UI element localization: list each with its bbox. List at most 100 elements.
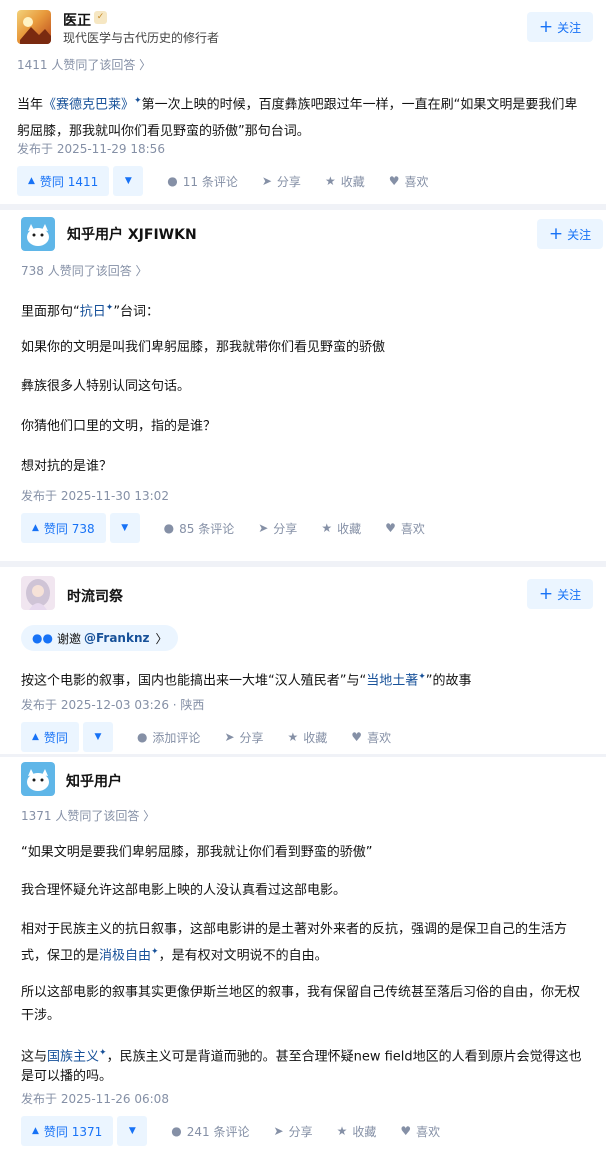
upvote-label: 赞同 1411 <box>39 174 99 189</box>
favorite-button[interactable]: ★ 收藏 <box>337 1123 377 1140</box>
upvote-button[interactable]: ▲ 赞同 738 <box>21 513 106 543</box>
sparkle-icon: ✦ <box>418 672 426 682</box>
like-label: 喜欢 <box>367 730 392 745</box>
triangle-down-icon: ▼ <box>121 523 129 533</box>
author-name[interactable]: 医正 <box>63 10 91 30</box>
like-button[interactable]: ♥ 喜欢 <box>351 729 391 746</box>
upvote-button[interactable]: ▲ 赞同 1411 <box>17 166 110 196</box>
comment-button[interactable]: ● 241 条评论 <box>171 1123 249 1140</box>
paragraph-text: 当年 <box>17 97 44 113</box>
author-name[interactable]: 知乎用户 <box>66 771 122 791</box>
star-icon: ★ <box>336 1124 348 1138</box>
follow-label: 关注 <box>557 587 582 602</box>
upvote-button[interactable]: ▲ 赞同 <box>21 722 79 752</box>
triangle-up-icon: ▲ <box>32 1126 39 1136</box>
upvote-count-meta[interactable]: 738 人赞同了该回答 〉 <box>21 262 148 279</box>
plus-icon: + <box>538 583 554 604</box>
invite-user: @Franknz <box>83 631 150 645</box>
answer-card: 知乎用户 1371 人赞同了该回答 〉 “如果文明是要我们卑躬屈膝，那我就让你们… <box>0 757 606 1158</box>
verified-badge-icon: ✓ <box>94 11 107 24</box>
avatar[interactable] <box>21 576 55 610</box>
publish-time[interactable]: 发布于 2025-11-30 13:02 <box>21 487 169 504</box>
action-bar: ▲ 赞同 ▼ ● 添加评论 ➤ 分享 ★ 收藏 ♥ 喜欢 <box>21 722 391 752</box>
downvote-button[interactable]: ▼ <box>82 722 113 752</box>
plus-icon: + <box>538 16 554 37</box>
comment-button[interactable]: ● 添加评论 <box>137 729 201 746</box>
avatar[interactable] <box>17 10 51 44</box>
comment-label: 11 条评论 <box>182 174 238 189</box>
movie-link[interactable]: 《赛德克巴莱》 <box>43 97 134 112</box>
follow-button[interactable]: + 关注 <box>537 219 603 249</box>
favorite-button[interactable]: ★ 收藏 <box>288 729 328 746</box>
paragraph-text: ”台词： <box>113 304 160 320</box>
favorite-button[interactable]: ★ 收藏 <box>321 520 361 537</box>
follow-button[interactable]: + 关注 <box>527 579 593 609</box>
like-label: 喜欢 <box>400 521 425 536</box>
topic-link[interactable]: 抗日 <box>80 304 106 319</box>
topic-link[interactable]: 消极自由 <box>99 948 151 963</box>
answer-paragraph: 彝族很多人特别认同这句话。 <box>21 379 191 394</box>
share-button[interactable]: ➤ 分享 <box>224 729 263 746</box>
answer-paragraph: 按这个电影的叙事，国内也能搞出来一大堆“汉人殖民者”与“当地土著✦”的故事 <box>21 664 591 694</box>
sparkle-icon: ✦ <box>151 947 159 957</box>
star-icon: ★ <box>324 174 336 188</box>
answer-paragraph: “如果文明是要我们卑躬屈膝，那我就让你们看到野蛮的骄傲” <box>21 845 373 860</box>
answer-paragraph: 想对抗的是谁？ <box>21 459 113 474</box>
follow-label: 关注 <box>557 20 582 35</box>
avatar-image <box>26 579 50 610</box>
publish-time[interactable]: 发布于 2025-12-03 03:26 · 陕西 <box>21 696 204 713</box>
comment-button[interactable]: ● 85 条评论 <box>164 520 235 537</box>
triangle-up-icon: ▲ <box>32 732 39 742</box>
paragraph-text: 里面那句“ <box>21 304 80 320</box>
publish-time[interactable]: 发布于 2025-11-29 18:56 <box>17 140 165 157</box>
upvote-label: 赞同 738 <box>43 521 95 536</box>
avatar-image <box>20 17 51 44</box>
upvote-label: 赞同 1371 <box>43 1124 103 1139</box>
answer-paragraph: 如果你的文明是叫我们卑躬屈膝，那我就带你们看见野蛮的骄傲 <box>21 340 386 355</box>
share-label: 分享 <box>276 174 301 189</box>
answer-card: 时流司祭 + 关注 ●● 谢邀 @Franknz 〉 按这个电影的叙事，国内也能搞出来一… <box>0 567 606 757</box>
paper-plane-icon: ➤ <box>261 174 272 188</box>
favorite-label: 收藏 <box>303 730 328 745</box>
share-label: 分享 <box>288 1124 313 1139</box>
upvote-button[interactable]: ▲ 赞同 1371 <box>21 1116 114 1146</box>
upvote-count-meta[interactable]: 1411 人赞同了该回答 〉 <box>17 56 151 73</box>
share-button[interactable]: ➤ 分享 <box>258 520 297 537</box>
author-name[interactable]: 时流司祭 <box>67 586 123 606</box>
favorite-label: 收藏 <box>337 521 362 536</box>
like-button[interactable]: ♥ 喜欢 <box>385 520 425 537</box>
publish-time[interactable]: 发布于 2025-11-26 06:08 <box>21 1090 169 1107</box>
avatar[interactable] <box>21 762 55 796</box>
topic-link[interactable]: 当地土著 <box>366 673 418 688</box>
comment-bubble-icon: ● <box>136 730 148 744</box>
comment-bubble-icon: ● <box>167 174 178 188</box>
answer-paragraph: 式，保卫的是消极自由✦，是有权对文明说不的自由。 <box>21 939 591 969</box>
share-button[interactable]: ➤ 分享 <box>262 173 301 190</box>
favorite-label: 收藏 <box>340 174 365 189</box>
author-name[interactable]: 知乎用户 XJFIWKN <box>67 224 197 244</box>
invite-tag[interactable]: ●● 谢邀 @Franknz 〉 <box>21 625 179 651</box>
answer-paragraph: 干涉。 <box>21 1008 61 1023</box>
chevron-right-icon: 〉 <box>155 631 168 646</box>
follow-button[interactable]: + 关注 <box>527 12 593 42</box>
paper-plane-icon: ➤ <box>224 730 235 744</box>
share-button[interactable]: ➤ 分享 <box>274 1123 313 1140</box>
upvote-count-meta[interactable]: 1371 人赞同了该回答 〉 <box>21 807 155 824</box>
like-label: 喜欢 <box>404 174 429 189</box>
favorite-button[interactable]: ★ 收藏 <box>325 173 365 190</box>
like-button[interactable]: ♥ 喜欢 <box>389 173 429 190</box>
downvote-button[interactable]: ▼ <box>113 166 144 196</box>
favorite-label: 收藏 <box>352 1124 377 1139</box>
like-button[interactable]: ♥ 喜欢 <box>400 1123 440 1140</box>
answer-paragraph: 我合理怀疑允许这部电影上映的人没认真看过这部电影。 <box>21 883 347 898</box>
downvote-button[interactable]: ▼ <box>117 1116 148 1146</box>
downvote-button[interactable]: ▼ <box>109 513 140 543</box>
comment-button[interactable]: ● 11 条评论 <box>167 173 238 190</box>
avatar[interactable] <box>21 217 55 251</box>
follow-label: 关注 <box>567 227 592 242</box>
paragraph-text: ”的故事 <box>425 673 472 689</box>
comment-label: 85 条评论 <box>179 521 235 536</box>
star-icon: ★ <box>321 521 333 535</box>
invite-label: 谢邀 <box>56 631 81 646</box>
comment-label: 添加评论 <box>152 730 201 745</box>
